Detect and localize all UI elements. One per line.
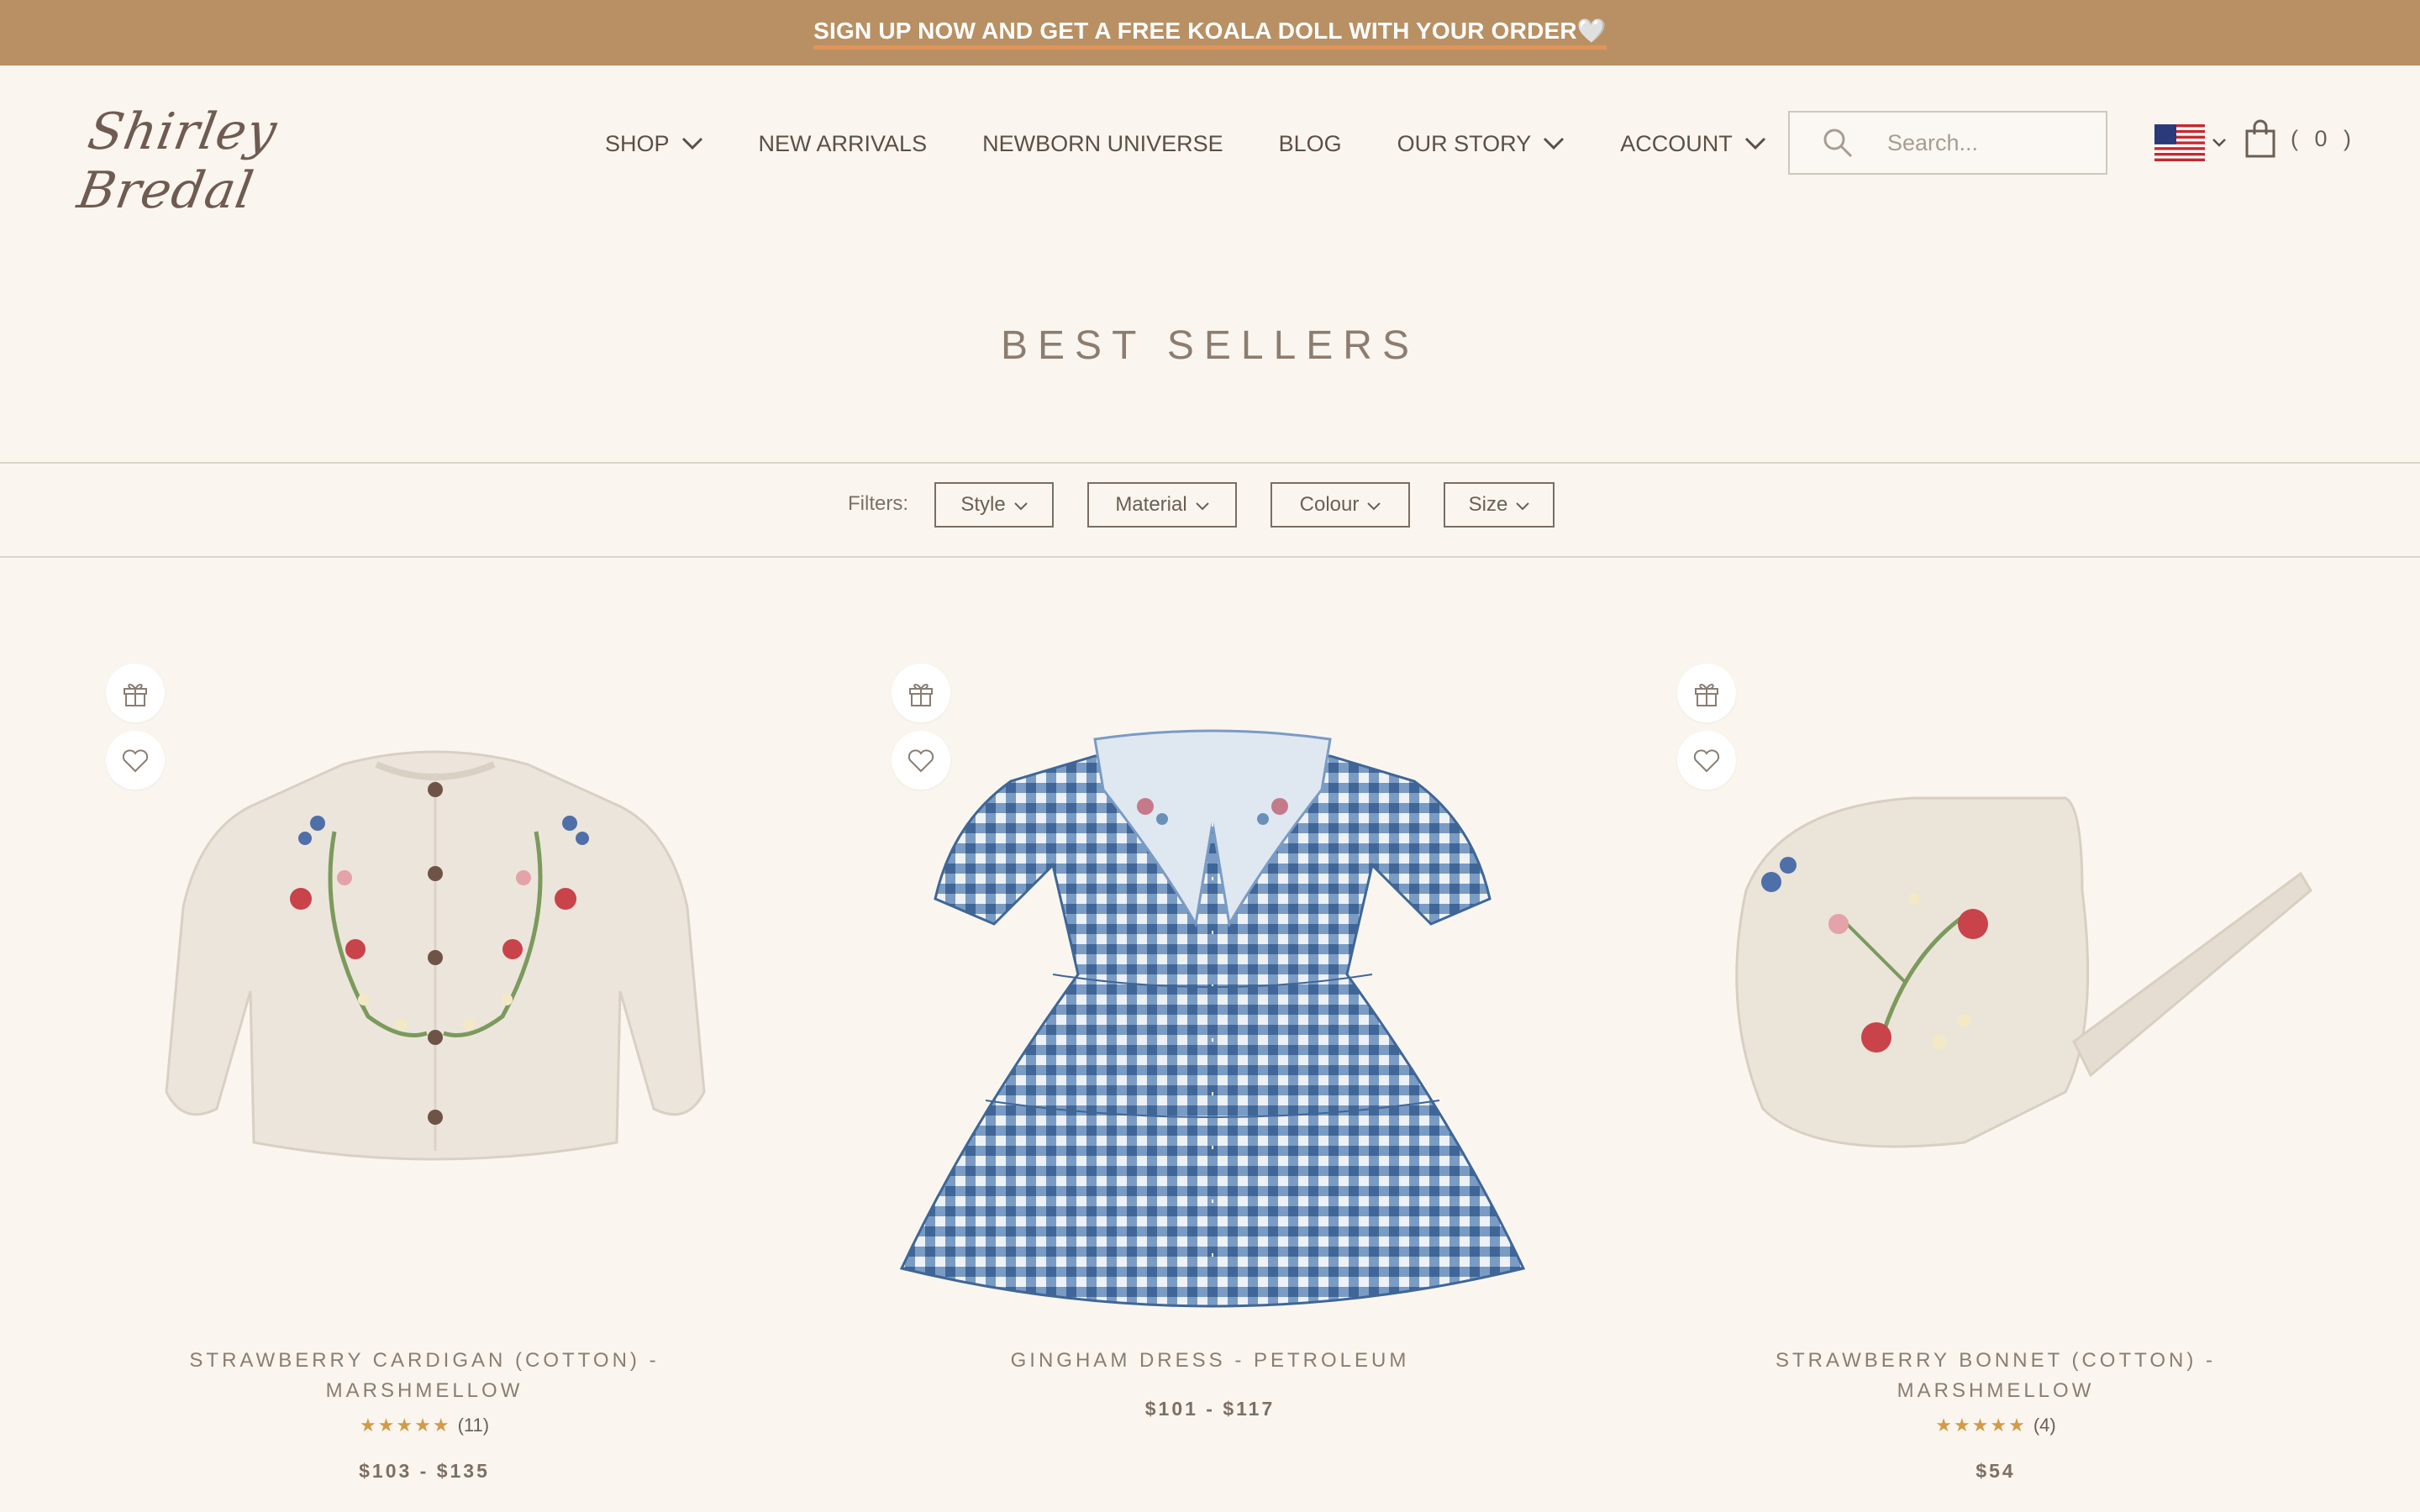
announcement-link[interactable]: SIGN UP NOW AND GET A FREE KOALA DOLL WI…	[813, 17, 1607, 50]
chevron-down-icon	[1195, 502, 1209, 511]
nav-our-story[interactable]: OUR STORY	[1397, 131, 1565, 157]
product-card[interactable]: GINGHAM DRESS - PETROLEUM $101 - $117	[818, 655, 1602, 1512]
nav-new-arrivals-label: NEW ARRIVALS	[758, 130, 928, 156]
chevron-down-icon	[1367, 502, 1381, 511]
filter-material-button[interactable]: Material	[1087, 482, 1237, 528]
heart-icon	[122, 749, 149, 773]
filters-label: Filters:	[848, 492, 908, 515]
gift-icon	[124, 683, 147, 706]
announcement-bar: SIGN UP NOW AND GET A FREE KOALA DOLL WI…	[0, 0, 2420, 66]
search-input[interactable]	[1887, 129, 2097, 156]
product-image-bonnet[interactable]	[1712, 790, 2317, 1159]
review-count: (11)	[457, 1415, 490, 1436]
filter-size-button[interactable]: Size	[1444, 482, 1555, 528]
main-nav: SHOP NEW ARRIVALS NEWBORN UNIVERSE BLOG …	[605, 123, 1822, 165]
gift-icon	[909, 683, 933, 706]
nav-shop[interactable]: SHOP	[605, 131, 703, 157]
search-box[interactable]	[1788, 111, 2107, 175]
chevron-down-icon	[681, 137, 702, 150]
wishlist-button[interactable]	[1677, 731, 1736, 790]
gift-icon	[1695, 683, 1718, 706]
product-name-line2[interactable]: MARSHMELLOW	[32, 1376, 817, 1406]
cart-button[interactable]: ( 0 )	[2245, 119, 2356, 158]
nav-newborn-universe[interactable]: NEWBORN UNIVERSE	[982, 131, 1223, 157]
page-title: BEST SELLERS	[1001, 323, 1419, 368]
product-name-line1[interactable]: STRAWBERRY BONNET (COTTON) -	[1603, 1346, 2388, 1376]
product-price: $101 - $117	[1144, 1398, 1276, 1420]
gift-button[interactable]	[1677, 664, 1736, 722]
filter-style-button[interactable]: Style	[934, 482, 1054, 528]
product-card[interactable]: STRAWBERRY CARDIGAN (COTTON) - MARSHMELL…	[32, 655, 817, 1512]
chevron-down-icon	[2212, 139, 2226, 147]
nav-blog[interactable]: BLOG	[1279, 131, 1342, 157]
filter-style-label: Style	[960, 493, 1006, 516]
nav-newborn-universe-label: NEWBORN UNIVERSE	[982, 130, 1223, 156]
gift-button[interactable]	[106, 664, 165, 722]
filter-size-label: Size	[1468, 493, 1508, 516]
review-count: (4)	[2033, 1415, 2056, 1436]
product-price: $54	[1975, 1460, 2016, 1482]
product-name[interactable]: GINGHAM DRESS - PETROLEUM	[818, 1346, 1602, 1376]
chevron-down-icon	[1744, 137, 1765, 150]
product-card[interactable]: STRAWBERRY BONNET (COTTON) - MARSHMELLOW…	[1603, 655, 2388, 1512]
nav-blog-label: BLOG	[1278, 130, 1342, 156]
product-name-line2[interactable]: MARSHMELLOW	[1603, 1376, 2388, 1406]
filters-bar: Filters: Style Material Colour Size	[0, 462, 2420, 558]
product-image-gingham-dress[interactable]	[885, 722, 1540, 1344]
chevron-down-icon	[1013, 502, 1028, 511]
star-rating-icon: ★★★★★	[359, 1415, 451, 1436]
cart-count: ( 0 )	[2291, 125, 2357, 151]
country-selector[interactable]	[2154, 124, 2227, 161]
star-rating-icon: ★★★★★	[1935, 1415, 2027, 1436]
filter-colour-button[interactable]: Colour	[1270, 482, 1410, 528]
product-name-line1[interactable]: STRAWBERRY CARDIGAN (COTTON) -	[32, 1346, 817, 1376]
gift-button[interactable]	[892, 664, 950, 722]
product-rating: ★★★★★ (4)	[1603, 1415, 2388, 1436]
product-image-cardigan[interactable]	[150, 739, 721, 1176]
search-icon	[1823, 129, 1853, 158]
shopping-bag-icon	[2245, 119, 2275, 158]
nav-account[interactable]: ACCOUNT	[1620, 131, 1766, 157]
nav-account-label: ACCOUNT	[1620, 130, 1733, 156]
filter-colour-label: Colour	[1299, 493, 1360, 516]
brand-logo[interactable]: Shirley Bredal	[73, 102, 363, 220]
nav-our-story-label: OUR STORY	[1397, 130, 1532, 156]
product-rating: ★★★★★ (11)	[32, 1415, 817, 1436]
heart-icon	[1693, 749, 1720, 773]
chevron-down-icon	[1544, 137, 1565, 150]
filter-material-label: Material	[1115, 493, 1187, 516]
chevron-down-icon	[1516, 502, 1530, 511]
product-price: $103 - $135	[359, 1460, 490, 1482]
nav-new-arrivals[interactable]: NEW ARRIVALS	[759, 131, 928, 157]
us-flag-icon	[2154, 124, 2205, 161]
nav-shop-label: SHOP	[605, 130, 670, 156]
